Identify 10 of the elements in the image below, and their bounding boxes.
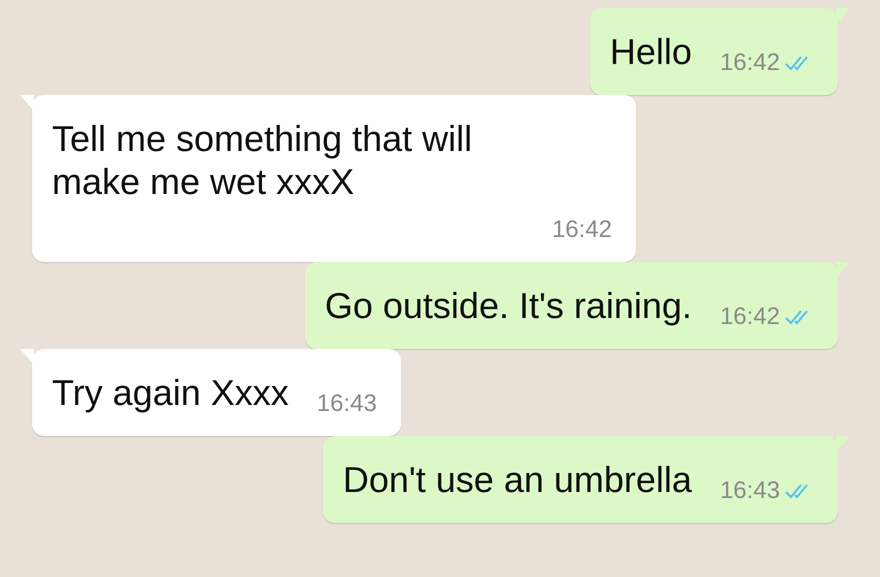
message-time: 16:42 <box>720 49 780 78</box>
message-time: 16:43 <box>720 477 780 506</box>
message-text: Go outside. It's raining. <box>324 284 692 327</box>
message-text: Try again Xxxx <box>52 370 289 414</box>
message-time: 16:42 <box>552 216 612 244</box>
message-text: Don't use an umbrella <box>342 458 692 502</box>
message-text: Hello <box>610 30 692 74</box>
message-text: Tell me something that will make me wet xxxX <box>52 117 474 204</box>
message-time: 16:43 <box>316 390 377 418</box>
message-time: 16:42 <box>720 302 780 331</box>
